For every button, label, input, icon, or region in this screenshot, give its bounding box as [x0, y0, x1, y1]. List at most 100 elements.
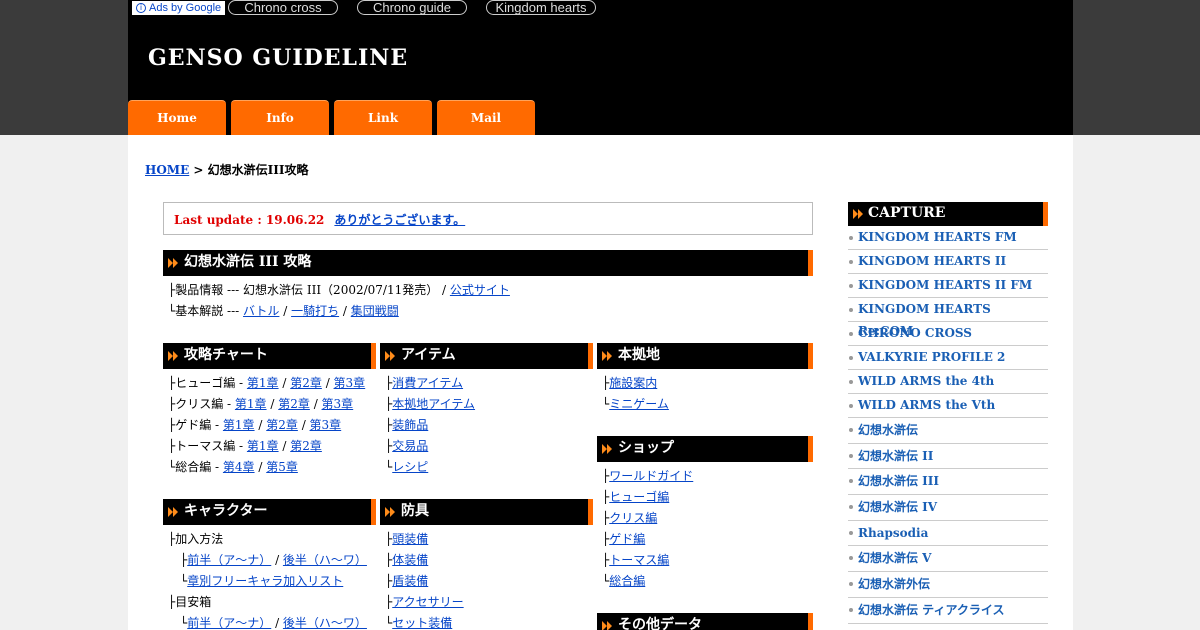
nav-info[interactable]: Info: [231, 100, 329, 135]
section-header-shop: ショップ: [597, 436, 813, 462]
list-item: ├ゲド編 - 第1章 / 第2章 / 第3章: [168, 418, 342, 432]
ad-link-kingdom-hearts[interactable]: Kingdom hearts: [486, 0, 596, 15]
section-header-items: アイテム: [380, 343, 593, 369]
list-item: ├本拠地アイテム: [385, 397, 476, 411]
ad-link-chrono-guide[interactable]: Chrono guide: [357, 0, 467, 15]
double-arrow-icon: [168, 507, 178, 517]
armor-list: ├頭装備 ├体装備 ├盾装備 ├アクセサリー └セット装備: [385, 529, 464, 630]
shop-link[interactable]: ヒューゴ編: [609, 490, 669, 504]
shop-link[interactable]: ワールドガイド: [609, 469, 693, 483]
sidebar-link[interactable]: KINGDOM HEARTS II: [858, 254, 1006, 268]
sidebar-item: 幻想水滸伝 V: [848, 546, 1048, 573]
sidebar-link[interactable]: WILD ARMS the 4th: [858, 374, 994, 388]
sidebar-link[interactable]: 幻想水滸伝 V: [858, 551, 932, 565]
list-item: ├目安箱: [168, 595, 212, 609]
nav-mail[interactable]: Mail: [437, 100, 535, 135]
items-link[interactable]: 交易品: [392, 439, 428, 453]
shop-link[interactable]: クリス編: [609, 511, 657, 525]
items-link[interactable]: 消費アイテム: [392, 376, 463, 390]
armor-link[interactable]: 体装備: [392, 553, 428, 567]
shop-list: ├ワールドガイド ├ヒューゴ編 ├クリス編 ├ゲド編 ├トーマス編 └総合編: [602, 466, 693, 592]
base-link[interactable]: ミニゲーム: [609, 397, 669, 411]
official-site-link[interactable]: 公式サイト: [450, 283, 510, 297]
free-chara-list-link[interactable]: 章別フリーキャラ加入リスト: [187, 574, 343, 588]
character-link[interactable]: 前半（ア～ナ）: [187, 616, 271, 630]
character-link[interactable]: 後半（ハ～ワ）: [283, 553, 367, 567]
chart-link[interactable]: 第2章: [278, 397, 310, 411]
chart-link[interactable]: 第1章: [247, 439, 279, 453]
section-header-character: キャラクター: [163, 499, 376, 525]
items-link[interactable]: 本拠地アイテム: [392, 397, 475, 411]
base-link[interactable]: 施設案内: [609, 376, 657, 390]
chart-link[interactable]: 第3章: [322, 397, 354, 411]
list-item: └ミニゲーム: [602, 397, 669, 411]
armor-link[interactable]: 頭装備: [392, 532, 428, 546]
chart-link[interactable]: 第1章: [235, 397, 267, 411]
sidebar-item: 幻想水滸外伝: [848, 572, 1048, 598]
chart-link[interactable]: 第3章: [334, 376, 366, 390]
ads-bar: i Ads by Google: [132, 1, 226, 15]
sidebar-link[interactable]: CHRONO CROSS: [858, 326, 972, 340]
base-list: ├施設案内 └ミニゲーム: [602, 373, 669, 415]
items-list: ├消費アイテム ├本拠地アイテム ├装飾品 ├交易品 └レシピ: [385, 373, 475, 478]
chart-link[interactable]: 第1章: [247, 376, 279, 390]
breadcrumb-home[interactable]: HOME: [145, 163, 189, 177]
armor-link[interactable]: アクセサリー: [392, 595, 463, 609]
character-link[interactable]: 後半（ハ～ワ）: [283, 616, 367, 630]
sidebar-link[interactable]: KINGDOM HEARTS II FM: [858, 278, 1032, 292]
sidebar-link[interactable]: 幻想水滸伝 III: [858, 474, 939, 488]
ad-link-chrono-cross[interactable]: Chrono cross: [228, 0, 338, 15]
last-update: Last update : 19.06.22: [174, 213, 325, 227]
sidebar-link[interactable]: KINGDOM HEARTS FM: [858, 230, 1017, 244]
items-link[interactable]: 装飾品: [392, 418, 428, 432]
duel-link[interactable]: 一騎打ち: [291, 304, 339, 318]
chart-link[interactable]: 第3章: [310, 418, 342, 432]
list-item: ├前半（ア～ナ） / 後半（ハ～ワ）: [180, 553, 367, 567]
character-link[interactable]: 前半（ア～ナ）: [187, 553, 271, 567]
double-arrow-icon: [853, 209, 863, 219]
chart-link[interactable]: 第2章: [266, 418, 298, 432]
content-area: HOME > 幻想水滸伝III攻略 Last update : 19.06.22…: [128, 135, 1073, 630]
sidebar-item: KINGDOM HEARTS Re:COM: [848, 298, 1048, 338]
product-info-row: ├製品情報 --- 幻想水滸伝 III（2002/07/11発売） / 公式サイ…: [168, 283, 510, 297]
sidebar-item: KINGDOM HEARTS II: [848, 250, 1048, 274]
thanks-link[interactable]: ありがとうございます。: [334, 213, 465, 227]
list-item: ├消費アイテム: [385, 376, 464, 390]
armor-link[interactable]: 盾装備: [392, 574, 428, 588]
sidebar-link[interactable]: 幻想水滸外伝: [858, 577, 930, 591]
armor-link[interactable]: セット装備: [392, 616, 452, 630]
double-arrow-icon: [168, 351, 178, 361]
sidebar-link[interactable]: 幻想水滸伝: [858, 423, 918, 437]
list-item: ├クリス編 - 第1章 / 第2章 / 第3章: [168, 397, 354, 411]
chart-link[interactable]: 第5章: [266, 460, 298, 474]
shop-link[interactable]: ゲド編: [609, 532, 645, 546]
shop-link[interactable]: 総合編: [609, 574, 645, 588]
sidebar-link[interactable]: VALKYRIE PROFILE 2: [858, 350, 1005, 364]
shop-link[interactable]: トーマス編: [609, 553, 669, 567]
war-battle-link[interactable]: 集団戦闘: [351, 304, 399, 318]
double-arrow-icon: [385, 351, 395, 361]
sidebar-link[interactable]: WILD ARMS the Vth: [858, 398, 995, 412]
sidebar-link[interactable]: 幻想水滸伝 IV: [858, 500, 937, 514]
nav-link[interactable]: Link: [334, 100, 432, 135]
list-item: ├トーマス編: [602, 553, 670, 567]
items-link[interactable]: レシピ: [392, 460, 428, 474]
section-header-base: 本拠地: [597, 343, 813, 369]
chart-link[interactable]: 第2章: [290, 439, 322, 453]
ads-by-google-badge[interactable]: i Ads by Google: [132, 1, 226, 15]
chart-link[interactable]: 第1章: [223, 418, 255, 432]
sidebar-link[interactable]: 幻想水滸伝 ティアクライス: [858, 603, 1005, 617]
double-arrow-icon: [602, 621, 612, 630]
chart-link[interactable]: 第4章: [223, 460, 255, 474]
sidebar-capture-list: KINGDOM HEARTS FM KINGDOM HEARTS II KING…: [848, 226, 1048, 624]
nav-home[interactable]: Home: [128, 100, 226, 135]
list-item: ├ゲド編: [602, 532, 646, 546]
battle-link[interactable]: バトル: [243, 304, 279, 318]
sidebar-item: VALKYRIE PROFILE 2: [848, 346, 1048, 370]
sidebar-link[interactable]: 幻想水滸伝 II: [858, 449, 933, 463]
sidebar-link[interactable]: Rhapsodia: [858, 526, 928, 540]
site-title[interactable]: GENSO GUIDELINE: [148, 45, 408, 71]
section-header-other: その他データ: [597, 613, 813, 630]
chart-link[interactable]: 第2章: [290, 376, 322, 390]
list-item: ├クリス編: [602, 511, 658, 525]
